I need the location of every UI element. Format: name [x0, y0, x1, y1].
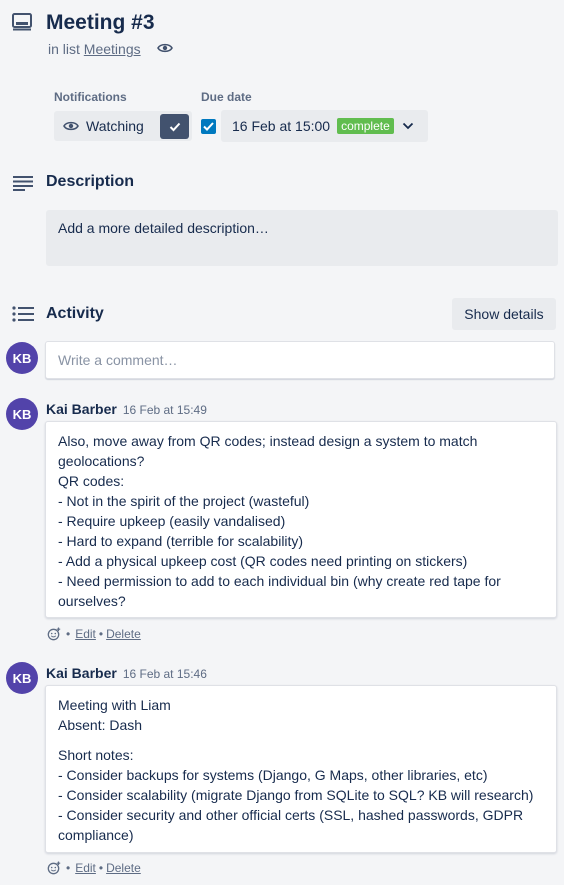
- edit-link[interactable]: Edit: [75, 627, 96, 641]
- eye-icon: [63, 121, 79, 131]
- activity-icon: [12, 306, 34, 322]
- delete-link[interactable]: Delete: [106, 861, 141, 875]
- comment-body: Meeting with Liam Absent: Dash Short not…: [45, 685, 557, 853]
- comment-time[interactable]: 16 Feb at 15:46: [123, 667, 207, 681]
- edit-link[interactable]: Edit: [75, 861, 96, 875]
- comment-actions: • Edit • Delete: [47, 861, 141, 875]
- delete-link[interactable]: Delete: [106, 627, 141, 641]
- watch-label: Watching: [86, 118, 144, 134]
- comment-line: - Hard to expand (terrible for scalabili…: [58, 533, 304, 549]
- comment-line: - Consider security and other official c…: [58, 807, 524, 843]
- comment-line: - Not in the spirit of the project (wast…: [58, 493, 310, 509]
- comment-line: QR codes:: [58, 473, 125, 489]
- check-icon: [169, 122, 180, 131]
- comment-input[interactable]: Write a comment…: [45, 341, 555, 379]
- activity-title: Activity: [46, 305, 104, 322]
- avatar[interactable]: KB: [6, 398, 38, 430]
- description-editor[interactable]: Add a more detailed description…: [46, 210, 558, 266]
- comment-meta: Kai Barber 16 Feb at 15:46: [46, 665, 207, 681]
- comment-actions: • Edit • Delete: [47, 627, 141, 641]
- comment-meta: Kai Barber 16 Feb at 15:49: [46, 401, 207, 417]
- separator: •: [98, 861, 104, 875]
- description-title: Description: [46, 173, 135, 190]
- add-reaction-icon[interactable]: [47, 627, 61, 641]
- comment-body: Also, move away from QR codes; instead d…: [45, 421, 557, 618]
- card-title[interactable]: Meeting #3: [46, 9, 155, 37]
- show-details-button[interactable]: Show details: [452, 298, 556, 330]
- card-icon: [12, 13, 32, 31]
- comment-line: - Consider scalability (migrate Django f…: [58, 787, 534, 803]
- watching-check[interactable]: [160, 114, 189, 139]
- separator: •: [98, 627, 104, 641]
- comment-time[interactable]: 16 Feb at 15:49: [123, 403, 207, 417]
- list-breadcrumb: in list Meetings: [48, 40, 141, 58]
- comment-line: - Add a physical upkeep cost (QR codes n…: [58, 553, 468, 569]
- in-list-prefix: in list: [48, 41, 84, 57]
- comment-line: Meeting with Liam: [58, 697, 171, 713]
- comment-author[interactable]: Kai Barber: [46, 401, 117, 417]
- status-badge: complete: [337, 118, 394, 134]
- add-reaction-icon[interactable]: [47, 861, 61, 875]
- check-icon: [203, 122, 214, 131]
- avatar[interactable]: KB: [6, 342, 38, 374]
- due-date-value: 16 Feb at 15:00: [232, 118, 331, 134]
- comment-line: - Consider backups for systems (Django, …: [58, 767, 488, 783]
- comment-line: - Need permission to add to each individ…: [58, 573, 501, 609]
- separator: •: [66, 627, 71, 641]
- due-date-label: Due date: [201, 90, 252, 104]
- list-link[interactable]: Meetings: [84, 41, 141, 57]
- comment-author[interactable]: Kai Barber: [46, 665, 117, 681]
- separator: •: [66, 861, 71, 875]
- notifications-label: Notifications: [54, 90, 127, 104]
- chevron-down-icon: [402, 122, 413, 130]
- comment-line: Also, move away from QR codes; instead d…: [58, 433, 478, 469]
- due-date-button[interactable]: 16 Feb at 15:00 complete: [221, 110, 428, 142]
- due-date-checkbox[interactable]: [201, 119, 216, 134]
- comment-line: Absent: Dash: [58, 717, 143, 733]
- avatar[interactable]: KB: [6, 662, 38, 694]
- eye-icon: [157, 43, 173, 53]
- description-icon: [13, 176, 33, 191]
- comment-line: Short notes:: [58, 747, 134, 763]
- comment-line: - Require upkeep (easily vandalised): [58, 513, 286, 529]
